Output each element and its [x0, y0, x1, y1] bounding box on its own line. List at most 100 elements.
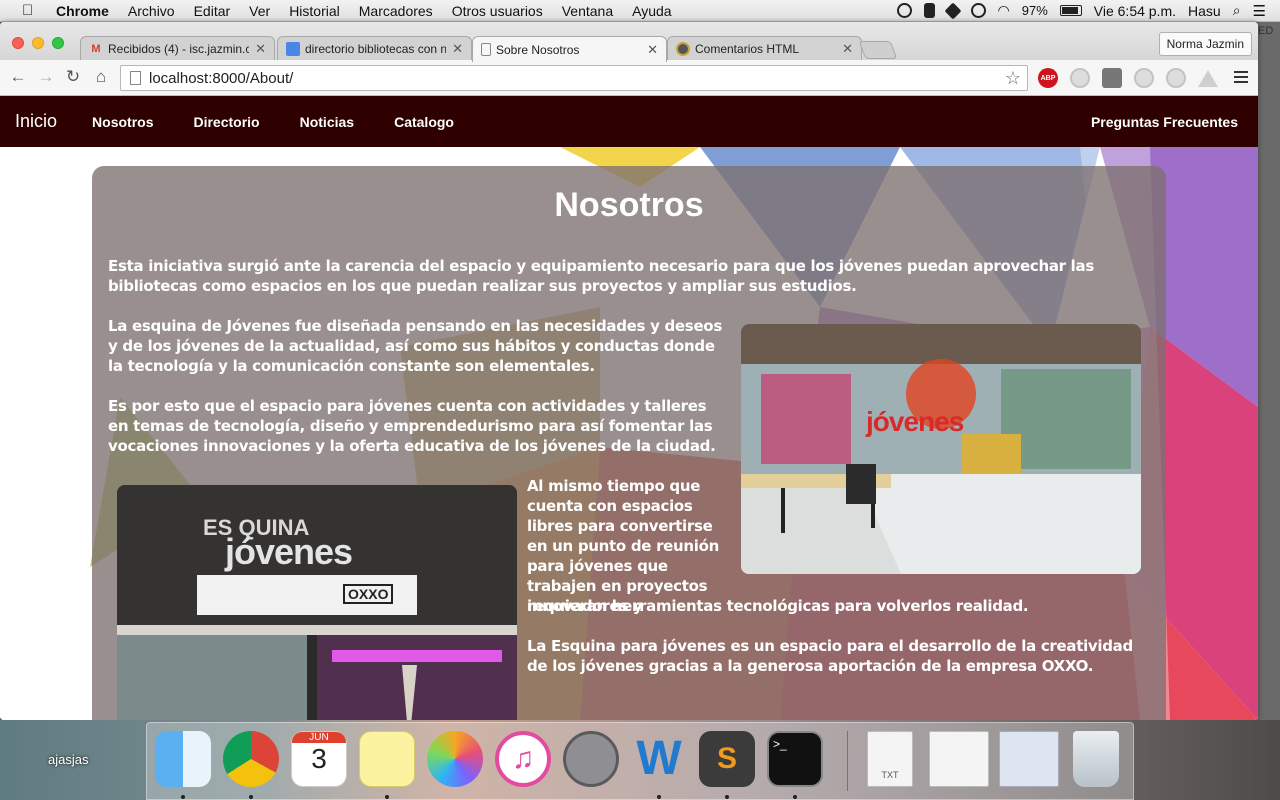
macos-menubar:  Chrome Archivo Editar Ver Historial Ma…: [0, 0, 1280, 22]
entrance-oxxo-sign: OXXO: [343, 584, 394, 604]
nav-link-directorio[interactable]: Directorio: [193, 114, 259, 130]
menu-app-chrome[interactable]: Chrome: [56, 3, 109, 19]
bookmark-star-icon[interactable]: ☆: [1005, 68, 1021, 89]
about-paragraph-5: La Esquina para jóvenes es un espacio pa…: [527, 637, 1133, 675]
menu-ver[interactable]: Ver: [249, 3, 270, 19]
extension-translate-icon[interactable]: [1102, 68, 1122, 88]
wifi-icon[interactable]: ◠: [998, 2, 1010, 19]
about-paragraph-1: Esta iniciativa surgió ante la carencia …: [108, 257, 1094, 295]
running-indicator: [249, 795, 253, 799]
running-indicator: [657, 795, 661, 799]
nav-link-preguntas-frecuentes[interactable]: Preguntas Frecuentes: [1091, 114, 1238, 130]
calendar-month: JUN: [292, 732, 346, 743]
calendar-day: 3: [311, 743, 327, 774]
running-indicator: [793, 795, 797, 799]
about-paragraph-2: La esquina de Jóvenes fue diseñada pensa…: [108, 317, 722, 375]
tab-comentarios-html[interactable]: Comentarios HTML ✕: [667, 36, 862, 61]
close-tab-icon[interactable]: ✕: [452, 41, 463, 57]
extension-sync-icon[interactable]: [1166, 68, 1186, 88]
nav-brand-inicio[interactable]: Inicio: [15, 111, 57, 132]
reload-icon[interactable]: ↻: [61, 65, 85, 89]
close-window-button[interactable]: [12, 37, 24, 49]
battery-percent: 97%: [1021, 3, 1048, 18]
zoom-window-button[interactable]: [52, 37, 64, 49]
tab-title: Comentarios HTML: [695, 42, 800, 56]
photos-icon[interactable]: [427, 731, 483, 787]
menu-otros-usuarios[interactable]: Otros usuarios: [452, 3, 543, 19]
entrance-jovenes-sign: jóvenes: [225, 531, 353, 572]
extension-chrome-icon[interactable]: [1134, 68, 1154, 88]
menubar-user[interactable]: Hasu: [1188, 3, 1221, 19]
page-viewport: Inicio Nosotros Directorio Noticias Cata…: [0, 96, 1258, 720]
trash-icon[interactable]: [1073, 731, 1119, 787]
calendar-icon[interactable]: JUN 3: [291, 731, 347, 787]
chrome-menu-icon[interactable]: [1234, 71, 1248, 86]
about-paragraph-4-wrap: Al mismo tiempo que cuenta con espacios …: [527, 477, 720, 615]
close-tab-icon[interactable]: ✕: [647, 42, 658, 58]
txt-label: TXT: [881, 770, 899, 780]
menu-historial[interactable]: Historial: [289, 3, 340, 19]
about-paragraph-3: Es por esto que el espacio para jóvenes …: [108, 397, 716, 455]
drive-icon[interactable]: [944, 2, 962, 19]
extension-circle-icon[interactable]: [1070, 68, 1090, 88]
minimize-window-button[interactable]: [32, 37, 44, 49]
notification-center-icon[interactable]: ☰: [1253, 2, 1266, 20]
itunes-icon[interactable]: ♫: [495, 731, 551, 787]
url-text[interactable]: localhost:8000/About/: [149, 70, 293, 87]
desktop-edge-label: ED: [1258, 25, 1274, 37]
lounge-jovenes-sign: jóvenes: [866, 406, 964, 437]
close-tab-icon[interactable]: ✕: [255, 41, 266, 57]
lock-icon[interactable]: [923, 3, 935, 18]
word-icon[interactable]: W: [631, 731, 687, 787]
nav-link-catalogo[interactable]: Catalogo: [394, 114, 454, 130]
site-navbar: Inicio Nosotros Directorio Noticias Cata…: [0, 96, 1258, 147]
docs-icon: [286, 42, 300, 56]
profile-button[interactable]: Norma Jazmin: [1158, 32, 1252, 56]
tab-directorio[interactable]: directorio bibliotecas con n ✕: [277, 36, 472, 61]
finder-icon[interactable]: [155, 731, 211, 787]
clock-icon[interactable]: [970, 3, 986, 18]
desktop-folder-label[interactable]: ajasjas: [48, 752, 88, 767]
about-card: Nosotros Esta iniciativa surgió ante la …: [92, 166, 1166, 720]
menu-ventana[interactable]: Ventana: [562, 3, 613, 19]
tab-gmail[interactable]: M Recibidos (4) - isc.jazmin.c ✕: [80, 36, 275, 61]
browser-toolbar: ← → ↻ ⌂ localhost:8000/About/ ☆ ABP: [0, 60, 1258, 96]
menu-archivo[interactable]: Archivo: [128, 3, 175, 19]
back-arrow-icon[interactable]: ←: [6, 65, 30, 89]
menu-editar[interactable]: Editar: [194, 3, 231, 19]
notes-icon[interactable]: [359, 731, 415, 787]
battery-icon[interactable]: [1059, 5, 1082, 16]
sublime-text-icon[interactable]: S: [699, 731, 755, 787]
close-tab-icon[interactable]: ✕: [842, 41, 853, 57]
apple-menu-icon[interactable]: : [22, 2, 42, 19]
adblock-plus-icon[interactable]: ABP: [1038, 68, 1058, 88]
chrome-icon[interactable]: [223, 731, 279, 787]
page-title: Nosotros: [554, 186, 704, 224]
system-preferences-icon[interactable]: [563, 731, 619, 787]
nav-link-nosotros[interactable]: Nosotros: [92, 114, 153, 130]
txt-document-icon[interactable]: TXT: [867, 731, 913, 787]
site-icon: [676, 42, 690, 56]
tab-title: Sobre Nosotros: [496, 42, 580, 57]
documents-stack-icon[interactable]: [929, 731, 989, 787]
tab-strip: M Recibidos (4) - isc.jazmin.c ✕ directo…: [0, 22, 1258, 62]
home-icon[interactable]: ⌂: [89, 65, 113, 89]
dock-separator: [847, 731, 848, 791]
address-bar[interactable]: localhost:8000/About/ ☆: [120, 65, 1028, 91]
menu-ayuda[interactable]: Ayuda: [632, 3, 671, 19]
sync-icon[interactable]: [896, 3, 912, 18]
new-tab-button[interactable]: [858, 41, 898, 59]
tab-title: Recibidos (4) - isc.jazmin.c: [108, 42, 250, 56]
menubar-clock[interactable]: Vie 6:54 p.m.: [1094, 3, 1176, 19]
about-paragraph-4-end: requieran herramientas tecnológicas para…: [527, 597, 1029, 615]
forward-arrow-icon[interactable]: →: [34, 65, 58, 89]
nav-link-noticias[interactable]: Noticias: [300, 114, 354, 130]
running-indicator: [725, 795, 729, 799]
spotlight-search-icon[interactable]: ⌕: [1233, 2, 1241, 19]
page-info-icon[interactable]: [130, 71, 141, 85]
drive-extension-icon[interactable]: [1198, 70, 1218, 87]
tab-sobre-nosotros[interactable]: Sobre Nosotros ✕: [472, 36, 667, 62]
menu-marcadores[interactable]: Marcadores: [359, 3, 433, 19]
terminal-icon[interactable]: >_: [767, 731, 823, 787]
downloads-stack-icon[interactable]: [999, 731, 1059, 787]
